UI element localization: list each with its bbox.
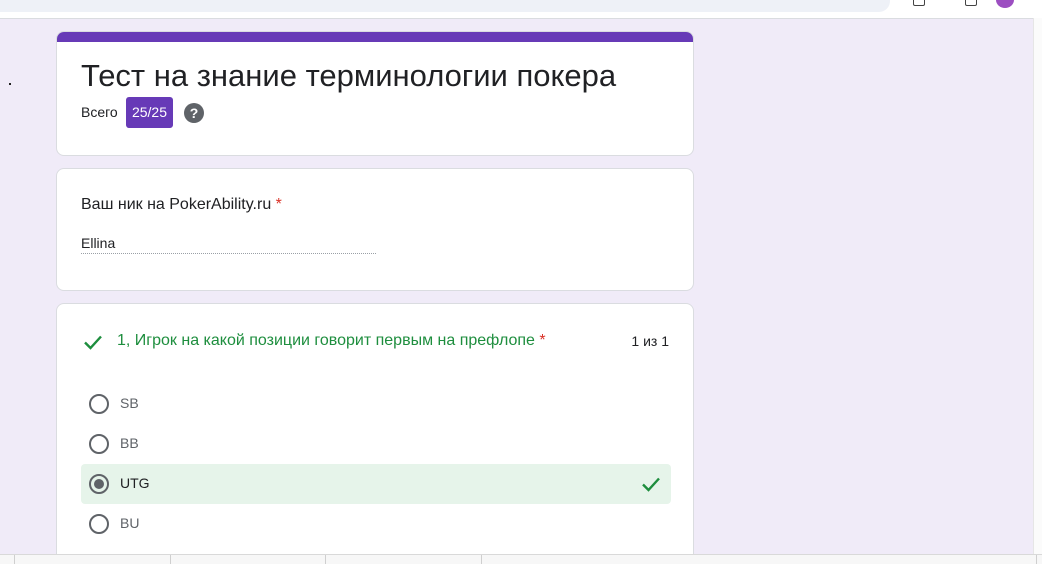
form-header-card: Тест на знание терминологии покера Всего… bbox=[56, 31, 694, 156]
form-title: Тест на знание терминологии покера bbox=[81, 58, 617, 93]
question-1-card: 1, Игрок на какой позиции говорит первым… bbox=[56, 303, 694, 563]
nickname-label: Ваш ник на PokerAbility.ru * bbox=[81, 196, 282, 214]
question-1-title: 1, Игрок на какой позиции говорит первым… bbox=[117, 332, 546, 350]
cursor-dot bbox=[9, 83, 11, 85]
radio-button[interactable] bbox=[89, 434, 109, 454]
nickname-answer: Ellina bbox=[81, 235, 116, 251]
radio-button-selected[interactable] bbox=[89, 474, 109, 494]
check-icon bbox=[84, 335, 102, 350]
tab-icon[interactable] bbox=[965, 0, 977, 6]
score-badge: 25/25 bbox=[126, 97, 173, 128]
option-sb[interactable]: SB bbox=[81, 384, 671, 424]
required-star: * bbox=[539, 332, 546, 349]
vertical-scrollbar[interactable] bbox=[1033, 18, 1042, 555]
option-utg[interactable]: UTG bbox=[81, 464, 671, 504]
option-label: BU bbox=[120, 515, 140, 531]
profile-avatar[interactable] bbox=[996, 0, 1014, 8]
nickname-label-text: Ваш ник на PokerAbility.ru bbox=[81, 196, 272, 213]
extension-icon[interactable] bbox=[913, 0, 925, 6]
question-1-title-text: 1, Игрок на какой позиции говорит первым… bbox=[117, 332, 535, 349]
radio-button[interactable] bbox=[89, 514, 109, 534]
radio-button[interactable] bbox=[89, 394, 109, 414]
score-label: Всего bbox=[81, 104, 118, 120]
correct-check-icon bbox=[642, 477, 660, 492]
answer-underline bbox=[81, 253, 376, 254]
help-icon[interactable]: ? bbox=[184, 103, 204, 123]
address-bar[interactable] bbox=[0, 0, 890, 12]
option-label: UTG bbox=[120, 475, 150, 491]
question-1-points: 1 из 1 bbox=[631, 333, 669, 349]
required-star: * bbox=[275, 196, 282, 213]
option-label: SB bbox=[120, 395, 139, 411]
header-accent-strip bbox=[57, 32, 693, 42]
option-bb[interactable]: BB bbox=[81, 424, 671, 464]
nickname-question-card: Ваш ник на PokerAbility.ru * Ellina bbox=[56, 168, 694, 291]
option-label: BB bbox=[120, 435, 139, 451]
option-bu[interactable]: BU bbox=[81, 504, 671, 544]
browser-toolbar bbox=[0, 0, 1042, 19]
